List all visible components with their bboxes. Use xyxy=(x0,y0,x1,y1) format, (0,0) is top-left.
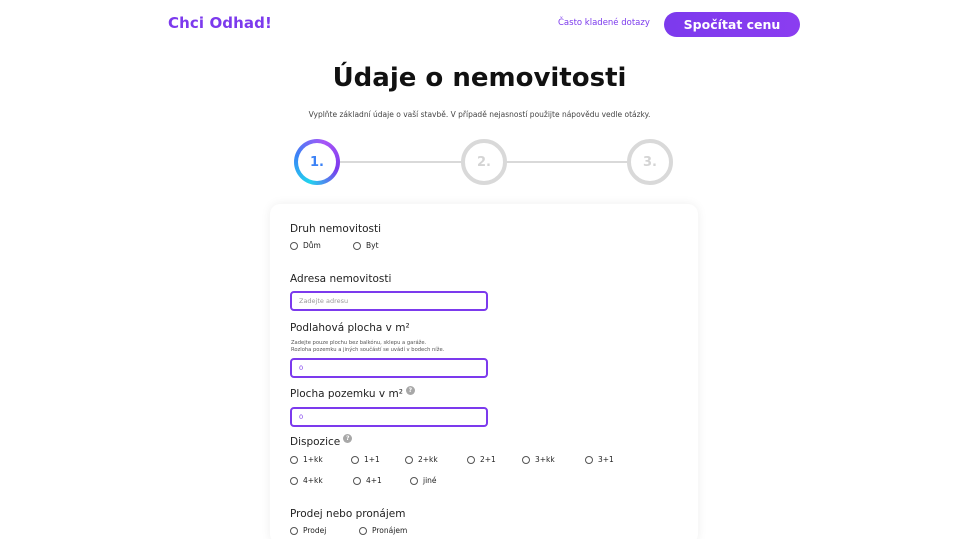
radio-layout-other[interactable]: jiné xyxy=(410,476,437,485)
radio-label: 2+1 xyxy=(480,455,496,464)
layout-label-text: Dispozice xyxy=(290,436,341,448)
radio-layout-4kk[interactable]: 4+kk xyxy=(290,476,323,485)
logo[interactable]: Chci Odhad! xyxy=(168,14,272,32)
radio-circle-icon[interactable] xyxy=(290,455,298,464)
step-1-label: 1. xyxy=(298,143,336,181)
radio-transaction-sale[interactable]: Prodej xyxy=(290,526,326,535)
radio-label: 1+kk xyxy=(303,455,323,464)
radio-layout-1kk[interactable]: 1+kk xyxy=(290,455,323,464)
radio-circle-icon[interactable] xyxy=(585,455,593,464)
land-area-label-text: Plocha pozemku v m² xyxy=(290,388,403,400)
step-2: 2. xyxy=(461,139,507,185)
radio-circle-icon[interactable] xyxy=(410,476,418,485)
page-title: Údaje o nemovitosti xyxy=(332,63,627,93)
radio-label: jiné xyxy=(423,476,437,485)
land-area-input[interactable] xyxy=(290,407,488,427)
help-icon[interactable]: ? xyxy=(405,386,415,395)
address-label: Adresa nemovitosti xyxy=(290,273,391,285)
property-type-label-text: Druh nemovitosti xyxy=(290,223,381,235)
floor-area-label: Podlahová plocha v m² xyxy=(290,322,410,334)
radio-layout-21[interactable]: 2+1 xyxy=(467,455,496,464)
floor-area-input[interactable] xyxy=(290,358,488,378)
radio-circle-icon[interactable] xyxy=(405,455,413,464)
floor-area-label-text: Podlahová plocha v m² xyxy=(290,322,410,334)
radio-circle-icon[interactable] xyxy=(467,455,475,464)
floor-area-hint: Zadejte pouze plochu bez balkónu, sklepu… xyxy=(291,340,444,354)
address-input[interactable] xyxy=(290,291,488,311)
radio-layout-41[interactable]: 4+1 xyxy=(353,476,382,485)
radio-label: Byt xyxy=(366,241,379,250)
radio-label: 1+1 xyxy=(364,455,380,464)
radio-transaction-rent[interactable]: Pronájem xyxy=(359,526,407,535)
stepper-connector xyxy=(506,161,628,163)
radio-circle-icon[interactable] xyxy=(353,476,361,485)
calculate-price-button[interactable]: Spočítat cenu xyxy=(664,12,800,37)
radio-circle-icon[interactable] xyxy=(290,476,298,485)
radio-layout-3kk[interactable]: 3+kk xyxy=(522,455,555,464)
floor-area-hint-line1: Zadejte pouze plochu bez balkónu, sklepu… xyxy=(291,340,427,346)
radio-label: Prodej xyxy=(303,526,327,535)
radio-label: 4+kk xyxy=(303,476,323,485)
radio-circle-icon[interactable] xyxy=(290,526,298,535)
radio-layout-11[interactable]: 1+1 xyxy=(351,455,380,464)
radio-label: 3+1 xyxy=(598,455,614,464)
layout-label: Dispozice ? xyxy=(290,434,353,448)
stepper-connector xyxy=(340,161,462,163)
radio-property-flat[interactable]: Byt xyxy=(353,241,379,250)
page-subtitle: Vyplňte základní údaje o vaší stavbě. V … xyxy=(308,110,651,119)
floor-area-hint-line2: Rozloha pozemku a jiných součástí se uvá… xyxy=(291,347,445,353)
land-area-label: Plocha pozemku v m² ? xyxy=(290,386,415,400)
step-3: 3. xyxy=(627,139,673,185)
transaction-label: Prodej nebo pronájem xyxy=(290,508,405,520)
radio-label: 2+kk xyxy=(418,455,438,464)
radio-label: 4+1 xyxy=(366,476,382,485)
property-type-label: Druh nemovitosti xyxy=(290,223,381,235)
radio-circle-icon[interactable] xyxy=(353,241,361,250)
faq-link[interactable]: Často kladené dotazy xyxy=(558,18,650,28)
radio-label: Dům xyxy=(303,241,321,250)
transaction-label-text: Prodej nebo pronájem xyxy=(290,508,406,520)
radio-label: Pronájem xyxy=(372,526,408,535)
radio-circle-icon[interactable] xyxy=(351,455,359,464)
step-1: 1. xyxy=(294,139,340,185)
radio-layout-2kk[interactable]: 2+kk xyxy=(405,455,438,464)
radio-circle-icon[interactable] xyxy=(290,241,298,250)
help-icon[interactable]: ? xyxy=(343,434,353,443)
address-label-text: Adresa nemovitosti xyxy=(290,273,392,285)
radio-circle-icon[interactable] xyxy=(522,455,530,464)
radio-label: 3+kk xyxy=(535,455,555,464)
radio-property-house[interactable]: Dům xyxy=(290,241,321,250)
radio-circle-icon[interactable] xyxy=(359,526,367,535)
radio-layout-31[interactable]: 3+1 xyxy=(585,455,614,464)
